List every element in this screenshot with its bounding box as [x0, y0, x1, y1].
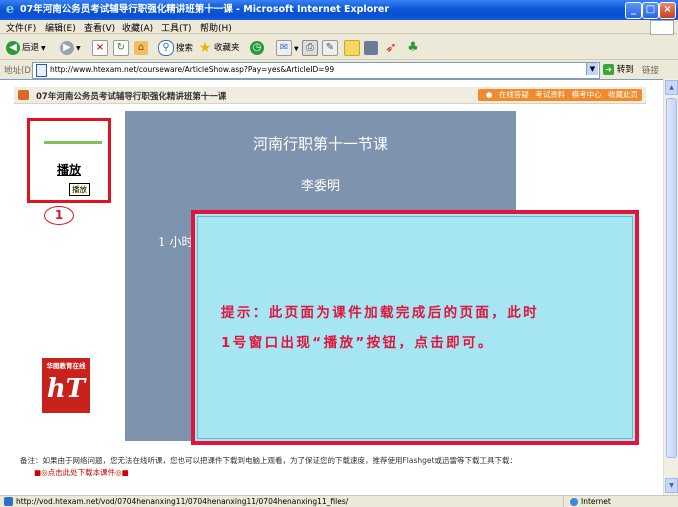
search-button[interactable]: ⚲ 搜索	[158, 40, 193, 56]
close-button[interactable]: ×	[659, 2, 676, 19]
back-button[interactable]: ◀ 后退 ▼	[6, 40, 46, 56]
back-arrow-icon: ◀	[6, 40, 20, 55]
flashget-icon: ➶	[385, 39, 397, 56]
menu-view[interactable]: 查看(V)	[84, 21, 115, 34]
htexam-logo: 华图教育在线 hT	[42, 358, 90, 413]
edit-icon: ✎	[322, 40, 338, 56]
windows-logo-icon	[650, 20, 674, 35]
home-button[interactable]: ⌂	[134, 40, 150, 56]
nav-exam-materials[interactable]: 考试资料	[535, 90, 565, 99]
scroll-down-button[interactable]: ▼	[665, 478, 678, 493]
star-icon: ★	[198, 39, 212, 56]
scroll-up-button[interactable]: ▲	[665, 80, 678, 95]
page-loading-icon	[4, 497, 13, 506]
nav-online-qa[interactable]: 在线答疑	[499, 90, 529, 99]
nav-bullet-icon: ●	[485, 90, 493, 99]
menu-help[interactable]: 帮助(H)	[200, 21, 232, 34]
slide-text: 1 小时	[158, 235, 194, 249]
edit-button[interactable]: ✎	[322, 40, 340, 56]
go-button[interactable]: ➜ 转到	[603, 63, 634, 75]
note-icon	[344, 40, 360, 56]
forward-button[interactable]: ▶ ▼	[60, 40, 81, 56]
print-button[interactable]: ⎙	[302, 40, 320, 56]
ie-logo-icon: e	[5, 2, 15, 17]
stop-button[interactable]: ×	[92, 40, 110, 56]
flashget-button[interactable]: ➶	[384, 40, 400, 56]
course-nav: ● 在线答疑 考试资料 模考中心 收藏此页	[477, 89, 642, 101]
security-zone: Internet	[563, 496, 670, 507]
status-text: http://vod.htexam.net/vod/0704henanxing1…	[16, 497, 349, 506]
messenger-button[interactable]: ♣	[406, 40, 422, 56]
slide-title: 河南行职第十一节课	[252, 135, 388, 153]
course-header: 07年河南公务员考试辅导行职强化精讲班第十一课 ● 在线答疑 考试资料 模考中心…	[14, 87, 646, 104]
mail-icon: ✉	[276, 40, 292, 56]
hint-overlay: 提示：此页面为课件加载完成后的页面，此时 1号窗口出现“播放”按钮，点击即可。	[191, 210, 639, 445]
globe-icon	[570, 498, 578, 506]
history-button[interactable]: ◷	[250, 40, 266, 56]
vertical-scrollbar[interactable]: ▲ ▼	[663, 79, 678, 495]
window-title: 07年河南公务员考试辅导行职强化精讲班第十一课 - Microsoft Inte…	[20, 4, 390, 15]
search-icon: ⚲	[158, 40, 174, 56]
course-home-icon[interactable]	[18, 90, 29, 100]
address-dropdown-button[interactable]: ▼	[586, 63, 598, 75]
course-title: 07年河南公务员考试辅导行职强化精讲班第十一课	[36, 92, 227, 102]
menu-bar: 文件(F) 编辑(E) 查看(V) 收藏(A) 工具(T) 帮助(H)	[0, 20, 678, 35]
menu-tools[interactable]: 工具(T)	[161, 21, 192, 34]
progress-line	[44, 141, 102, 144]
research-button[interactable]	[364, 40, 380, 56]
home-icon: ⌂	[134, 40, 148, 55]
minimize-button[interactable]: _	[625, 2, 642, 19]
stop-icon: ×	[92, 40, 108, 56]
download-courseware-link[interactable]: ■◎点击此处下载本课件◎■	[34, 467, 129, 478]
menu-edit[interactable]: 编辑(E)	[45, 21, 76, 34]
mail-button[interactable]: ✉ ▼	[276, 40, 299, 56]
window-number-marker: 1	[44, 206, 74, 225]
scroll-thumb[interactable]	[666, 98, 677, 458]
notes-button[interactable]	[344, 40, 362, 56]
hint-line-2: 1号窗口出现“播放”按钮，点击即可。	[221, 335, 494, 351]
address-bar: 地址(D) http://www.htexam.net/courseware/A…	[0, 61, 678, 79]
nav-mock-exam[interactable]: 模考中心	[572, 90, 602, 99]
print-icon: ⎙	[302, 40, 318, 56]
address-url: http://www.htexam.net/courseware/Article…	[50, 65, 335, 74]
logo-caption: 华图教育在线	[46, 362, 86, 370]
refresh-button[interactable]: ↻	[113, 40, 131, 56]
download-note: 备注：如果由于网络问题，您无法在线听课，您也可以把课件下载到电脑上观看，为了保证…	[20, 456, 517, 465]
address-input[interactable]: http://www.htexam.net/courseware/Article…	[32, 62, 600, 79]
hint-inner-border	[197, 216, 633, 439]
status-bar: http://vod.htexam.net/vod/0704henanxing1…	[0, 495, 678, 507]
history-icon: ◷	[250, 40, 264, 55]
nav-bookmark[interactable]: 收藏此页	[608, 90, 638, 99]
go-arrow-icon: ➜	[603, 64, 614, 75]
hint-line-1: 提示：此页面为课件加载完成后的页面，此时	[221, 305, 539, 321]
menu-file[interactable]: 文件(F)	[6, 21, 36, 34]
toolbar: ◀ 后退 ▼ ▶ ▼ × ↻ ⌂ ⚲ 搜索 ★ 收藏夹 ◷ ✉ ▼ ⎙ ✎ ➶ ♣	[0, 35, 678, 60]
window-title-bar[interactable]: e 07年河南公务员考试辅导行职强化精讲班第十一课 - Microsoft In…	[0, 0, 678, 20]
play-window: 播放 播放	[27, 118, 111, 203]
refresh-icon: ↻	[113, 40, 129, 56]
maximize-button[interactable]: □	[642, 2, 659, 19]
messenger-icon: ♣	[407, 39, 419, 55]
play-tooltip: 播放	[69, 183, 90, 196]
research-icon	[364, 40, 378, 55]
links-button[interactable]: 链接	[642, 64, 659, 76]
logo-mark: hT	[46, 374, 86, 404]
forward-arrow-icon: ▶	[60, 40, 74, 55]
play-button[interactable]: 播放	[30, 161, 108, 178]
menu-favorites[interactable]: 收藏(A)	[122, 21, 153, 34]
slide-author: 李委明	[300, 179, 340, 194]
favorites-button[interactable]: ★ 收藏夹	[198, 40, 240, 56]
address-label: 地址(D)	[4, 66, 35, 76]
page-icon	[36, 63, 47, 77]
